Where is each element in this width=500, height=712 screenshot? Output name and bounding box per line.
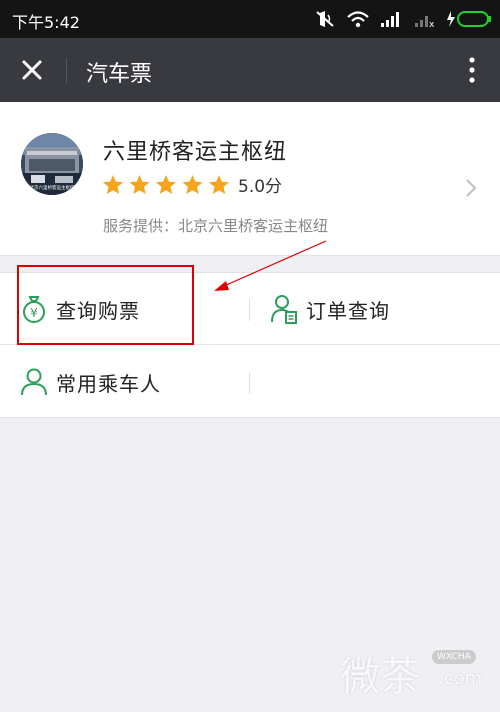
status-time: 下午5:42 [12, 13, 80, 32]
avatar-caption: 北京六里桥客运主枢纽 [30, 184, 75, 191]
merchant-name: 六里桥客运主枢纽 [103, 140, 288, 165]
watermark-domain: .com [438, 668, 483, 689]
user-icon [21, 368, 47, 396]
mute-vibrate-icon [316, 11, 334, 27]
page-title: 汽车票 [86, 62, 153, 87]
status-bar: 下午5:42 x [0, 0, 500, 38]
column-divider [249, 299, 250, 321]
watermark-badge: WXCHA [432, 650, 476, 664]
title-bar: 汽车票 [0, 38, 500, 102]
star-rating-icons [103, 174, 229, 194]
battery-charging-icon [447, 11, 491, 27]
menu-item-label: 常用乘车人 [56, 371, 161, 396]
watermark-logo: 微茶 WXCHA .com [340, 640, 490, 700]
chevron-right-icon [466, 179, 477, 197]
provider-text: 服务提供：北京六里桥客运主枢纽 [103, 217, 329, 235]
user-document-icon [271, 295, 297, 324]
menu-item-order-query[interactable]: 订单查询 [270, 273, 390, 345]
column-divider [249, 372, 250, 394]
rating: 5.0分 [102, 172, 282, 197]
watermark-main: 微茶 [340, 654, 420, 700]
rating-text: 5.0分 [238, 177, 283, 197]
wifi-icon [347, 11, 369, 28]
svg-text:x: x [429, 20, 435, 28]
close-icon[interactable] [14, 52, 50, 88]
more-vertical-icon[interactable] [462, 54, 482, 86]
status-icons: x [314, 8, 492, 30]
signal-no-sim-icon: x [415, 16, 435, 28]
title-divider [66, 58, 67, 84]
menu-item-label: 订单查询 [306, 298, 390, 323]
merchant-card[interactable]: 北京六里桥客运主枢纽 六里桥客运主枢纽 5.0分 服务提供：北京六里桥客运主枢纽 [0, 102, 500, 256]
avatar: 北京六里桥客运主枢纽 [21, 133, 83, 195]
menu-item-frequent-passengers[interactable]: 常用乘车人 [20, 346, 161, 418]
annotation-highlight-box [17, 265, 194, 345]
menu-row: 常用乘车人 [0, 346, 500, 418]
signal-icon [381, 12, 399, 27]
